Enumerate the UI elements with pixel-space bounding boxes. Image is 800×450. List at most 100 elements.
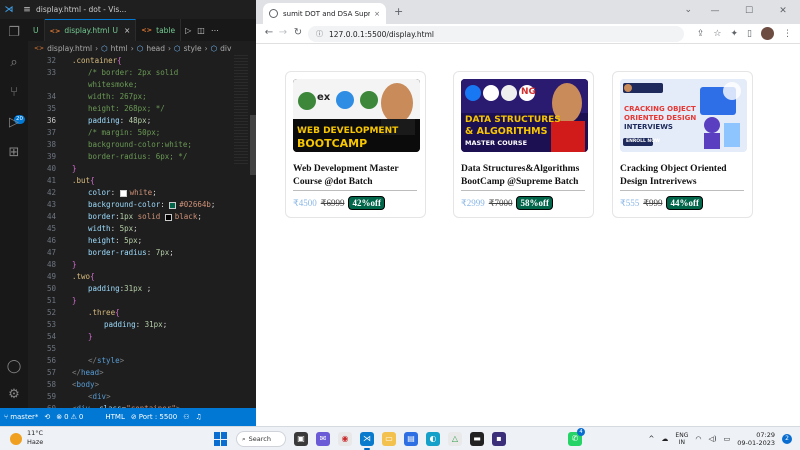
cloud-icon[interactable]: ☁	[661, 435, 668, 443]
open-preview-icon[interactable]: ▷	[185, 26, 191, 35]
code-line[interactable]: 36 padding: 48px;	[28, 115, 238, 127]
breadcrumb-item[interactable]: div	[220, 44, 231, 53]
breadcrumb-item[interactable]: display.html	[47, 44, 92, 53]
search-icon[interactable]: ⌕	[6, 55, 22, 71]
code-line[interactable]: 54}	[28, 331, 238, 343]
code-line[interactable]: 49 .two{	[28, 271, 238, 283]
course-card[interactable]: NG DATA STRUCTURES & ALGORITHMS MASTER C…	[453, 71, 594, 218]
edge-icon[interactable]: ◐	[426, 432, 440, 446]
reload-icon[interactable]: ↻	[291, 26, 305, 40]
extensions-icon[interactable]: ⊞	[6, 145, 22, 161]
wifi-icon[interactable]: ◠	[695, 435, 701, 443]
google-drive-icon[interactable]: △	[448, 432, 462, 446]
extensions-puzzle-icon[interactable]: ✦	[731, 29, 739, 39]
color-swatch[interactable]	[119, 189, 127, 197]
browser-tab[interactable]: sumit DOT and DSA Supreme C ×	[263, 3, 386, 24]
language-indicator[interactable]: ENG IN	[675, 432, 688, 446]
bell-icon[interactable]: ♫	[196, 413, 202, 421]
code-line[interactable]: 53 padding: 31px;	[28, 319, 238, 331]
settings-gear-icon[interactable]: ⚙	[6, 387, 22, 403]
notification-badge[interactable]: 2	[782, 434, 792, 444]
code-line[interactable]: 40}	[28, 163, 238, 175]
discount-badge[interactable]: 42%off	[348, 196, 385, 210]
close-window-button[interactable]: ✕	[766, 0, 800, 24]
color-swatch[interactable]	[169, 201, 177, 209]
language-mode[interactable]: HTML	[105, 413, 124, 421]
minimize-button[interactable]: —	[698, 0, 732, 24]
maximize-button[interactable]: ☐	[732, 0, 766, 24]
code-line[interactable]: 47 border-radius: 7px;	[28, 247, 238, 259]
account-status-icon[interactable]: ⚇	[183, 413, 189, 421]
tab-previous[interactable]: U	[28, 19, 45, 41]
task-view-icon[interactable]: ▣	[294, 432, 308, 446]
teams-chat-icon[interactable]: ✉	[316, 432, 330, 446]
problems-status[interactable]: ⊗ 0 ⚠ 0	[56, 413, 83, 421]
discount-badge[interactable]: 58%off	[516, 196, 553, 210]
kebab-menu-icon[interactable]: ⋮	[783, 29, 792, 39]
branch-status[interactable]: ⑂ master*	[4, 413, 38, 421]
share-icon[interactable]: ⇪	[697, 29, 705, 39]
code-line[interactable]: 39 border-radius: 6px; */	[28, 151, 238, 163]
whatsapp-icon[interactable]: ✆ 4	[568, 428, 585, 446]
code-line[interactable]: 35 height: 268px; */	[28, 103, 238, 115]
code-line[interactable]: 34 width: 267px;	[28, 91, 238, 103]
more-actions-icon[interactable]: ⋯	[211, 26, 219, 35]
code-editor[interactable]: 32 .container{33 /* border: 2px solid white…	[28, 55, 256, 413]
new-tab-button[interactable]: +	[394, 5, 403, 18]
source-control-icon[interactable]: ⑂	[6, 85, 22, 101]
store-icon[interactable]: ▤	[404, 432, 418, 446]
code-line[interactable]: 42 color: white;	[28, 187, 238, 199]
code-line[interactable]: 45 width: 5px;	[28, 223, 238, 235]
sync-icon[interactable]: ⟲	[44, 413, 50, 421]
code-line[interactable]: 37 /* margin: 50px;	[28, 127, 238, 139]
info-icon[interactable]: ⓘ	[316, 29, 323, 39]
course-card[interactable]: ex WEB DEVELOPMENT BOOTCAMP Web Developm…	[285, 71, 426, 218]
code-line[interactable]: 48}	[28, 259, 238, 271]
code-line[interactable]: 52 .three{	[28, 307, 238, 319]
code-line[interactable]: 57 </head>	[28, 367, 238, 379]
account-icon[interactable]: ◯	[6, 359, 22, 375]
course-card[interactable]: CRACKING OBJECT ORIENTED DESIGN INTERVIE…	[612, 71, 753, 218]
volume-icon[interactable]: ◁)	[708, 435, 716, 443]
side-panel-icon[interactable]: ▯	[747, 29, 752, 39]
code-line[interactable]: 44 border:1px solid black;	[28, 211, 238, 223]
breadcrumb-item[interactable]: style	[184, 44, 202, 53]
bookmark-star-icon[interactable]: ☆	[713, 29, 721, 39]
intellij-icon[interactable]: ▪	[492, 432, 506, 446]
discount-badge[interactable]: 44%off	[666, 196, 703, 210]
code-line[interactable]: 51}	[28, 295, 238, 307]
breadcrumb-item[interactable]: head	[146, 44, 165, 53]
file-explorer-icon[interactable]: ▭	[382, 432, 396, 446]
code-line[interactable]: 58 <body>	[28, 379, 238, 391]
menu-icon[interactable]: ≡	[18, 5, 36, 15]
weather-widget[interactable]: 11°C Haze	[27, 429, 43, 447]
terminal-icon[interactable]: ▬	[470, 432, 484, 446]
code-line[interactable]: 50 padding:31px ;	[28, 283, 238, 295]
code-line[interactable]: 41 .but{	[28, 175, 238, 187]
chevron-up-icon[interactable]: ^	[649, 435, 655, 443]
vscode-app-icon[interactable]: ⋊	[360, 432, 374, 450]
taskbar-search[interactable]: ⌕ Search	[236, 431, 286, 447]
forward-arrow-icon[interactable]: →	[276, 26, 290, 40]
run-debug-icon[interactable]: ▷	[6, 115, 22, 131]
weather-sun-icon[interactable]	[10, 433, 22, 445]
explorer-icon[interactable]: ❐	[6, 25, 22, 41]
color-swatch[interactable]	[164, 213, 172, 221]
start-windows-icon[interactable]	[214, 432, 228, 446]
code-line[interactable]: 56 </style>	[28, 355, 238, 367]
code-line[interactable]: whitesmoke;	[28, 79, 238, 91]
split-editor-icon[interactable]: ◫	[197, 26, 205, 35]
close-tab-icon[interactable]: ×	[124, 26, 130, 35]
code-line[interactable]: 59 <div>	[28, 391, 238, 403]
close-tab-icon[interactable]: ×	[374, 10, 380, 18]
live-server-status[interactable]: ⊘ Port : 5500	[131, 413, 177, 421]
battery-icon[interactable]: ▭	[724, 435, 731, 443]
chrome-icon[interactable]: ◉	[338, 432, 352, 446]
code-line[interactable]: 46 height: 5px;	[28, 235, 238, 247]
tab-table[interactable]: <> table	[136, 19, 182, 41]
chevron-down-icon[interactable]: ⌄	[684, 5, 692, 15]
code-line[interactable]: 55	[28, 343, 238, 355]
code-line[interactable]: 33 /* border: 2px solid	[28, 67, 238, 79]
code-line[interactable]: 38 background-color:white;	[28, 139, 238, 151]
back-arrow-icon[interactable]: ←	[262, 26, 276, 40]
